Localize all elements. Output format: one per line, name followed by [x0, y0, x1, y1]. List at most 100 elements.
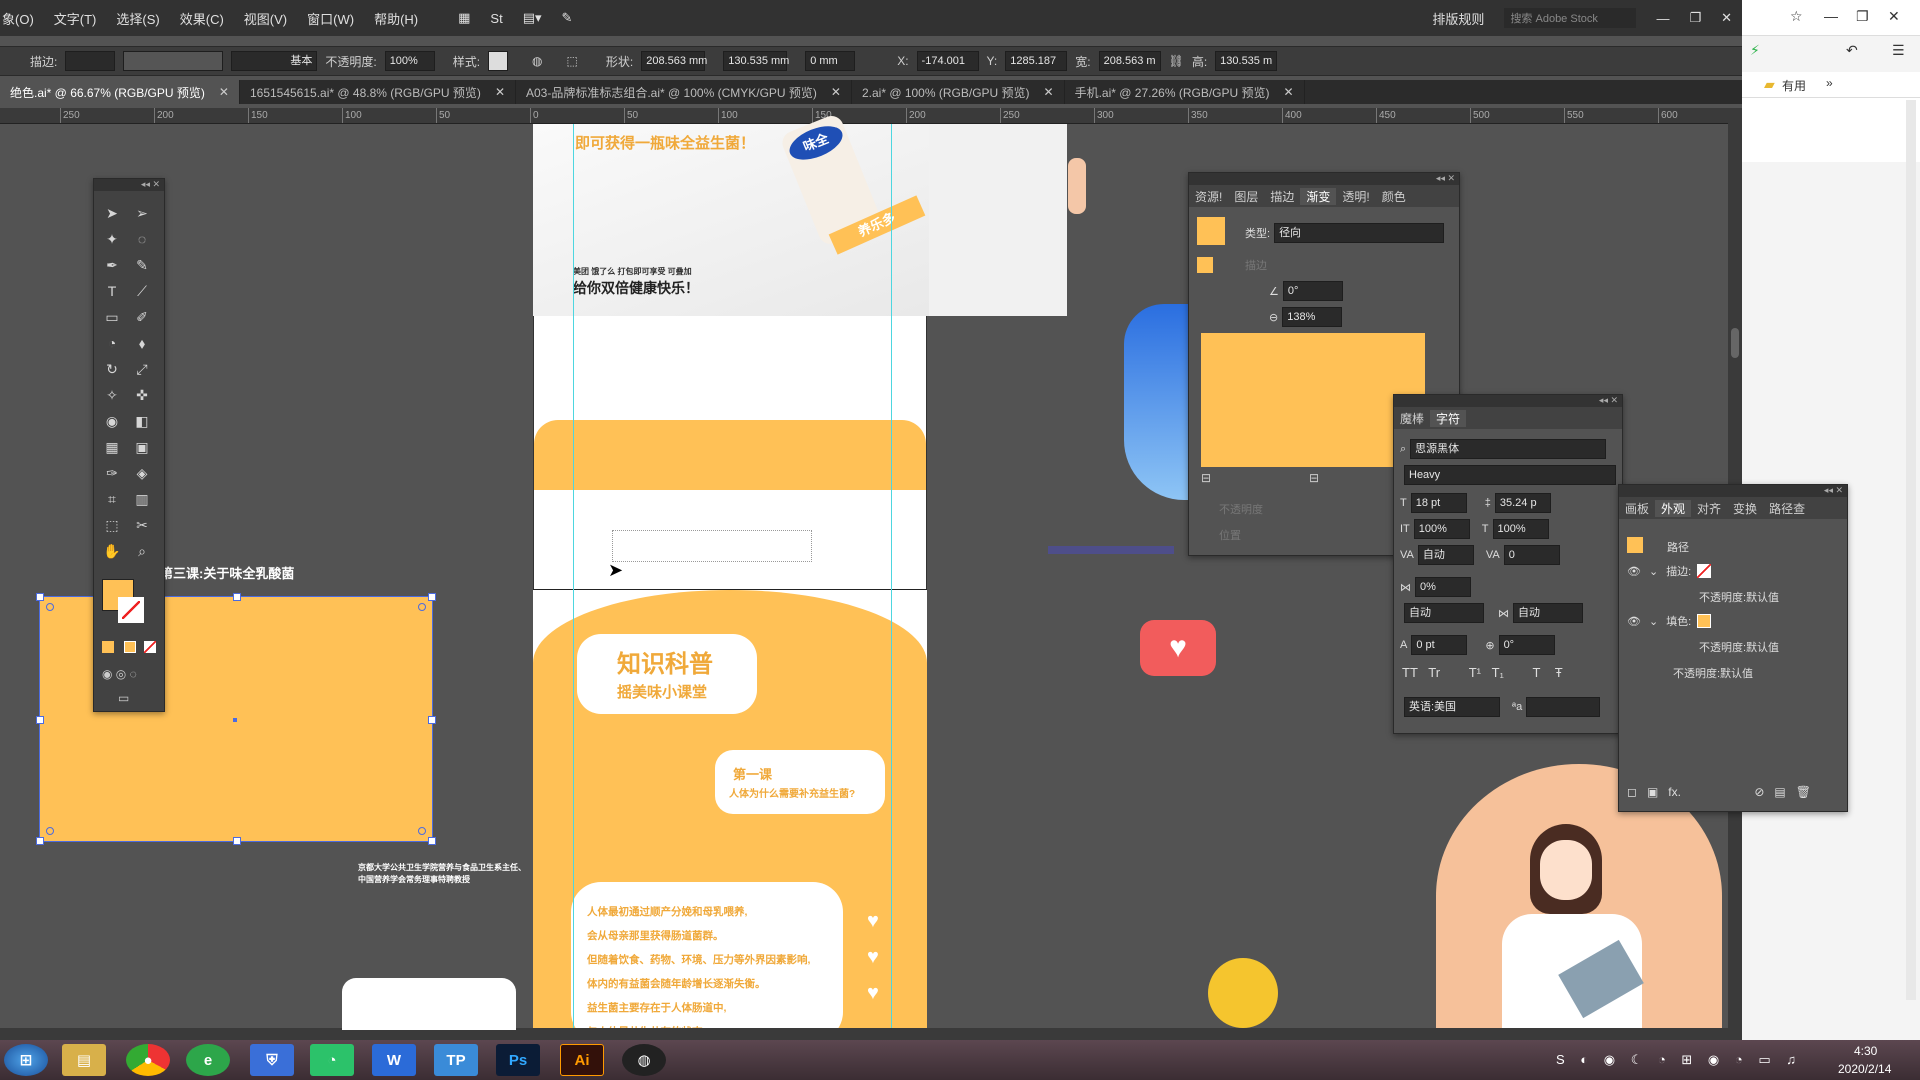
- lasso-tool-icon[interactable]: ◌: [132, 229, 152, 249]
- pen-tool-icon[interactable]: ✒: [102, 255, 122, 275]
- gpu-icon[interactable]: ✎: [562, 10, 573, 26]
- gradient-preview-swatch[interactable]: [1197, 217, 1225, 245]
- horizontal-ruler[interactable]: 250 200 150 100 50 0 50 100 150 200 250 300 350 400 45…: [0, 108, 1728, 124]
- tab-document-5[interactable]: 手机.ai* @ 27.26% (RGB/GPU 预览) ✕: [1065, 80, 1305, 104]
- fill-opacity-row[interactable]: 不透明度:默认值: [1699, 639, 1779, 655]
- paintbrush-tool-icon[interactable]: ✐: [132, 307, 152, 327]
- browser-icon[interactable]: e: [186, 1044, 230, 1076]
- eyedropper-tool-icon[interactable]: ✑: [102, 463, 122, 483]
- fill-stroke-mini-swatch[interactable]: [1197, 257, 1213, 273]
- y-field[interactable]: 1285.187: [1005, 51, 1068, 71]
- leading-field[interactable]: 35.24 p: [1494, 493, 1551, 513]
- stroke-row-label[interactable]: 描边:: [1666, 563, 1691, 579]
- bookmark-icon[interactable]: ☆: [1790, 8, 1803, 25]
- close-tab-icon[interactable]: ✕: [831, 85, 841, 99]
- fill-color-swatch[interactable]: [1697, 614, 1712, 628]
- tab-appearance[interactable]: 外观: [1655, 499, 1692, 517]
- h-scale-field[interactable]: 100%: [1492, 519, 1549, 539]
- eraser-tool-icon[interactable]: ⬧: [132, 333, 152, 353]
- minimize-icon[interactable]: —: [1824, 8, 1838, 24]
- stock-search-input[interactable]: 搜索 Adobe Stock: [1504, 8, 1637, 28]
- expand-chevron-icon[interactable]: ⌄: [1649, 565, 1658, 578]
- chrome-icon[interactable]: ●: [126, 1044, 170, 1076]
- expand-chevron-icon[interactable]: ⌄: [1649, 615, 1658, 628]
- visibility-eye-icon[interactable]: 👁: [1627, 565, 1641, 578]
- menu-type[interactable]: 文字(T): [54, 9, 97, 28]
- magic-wand-tool-icon[interactable]: ✦: [102, 229, 122, 249]
- curvature-tool-icon[interactable]: ✎: [132, 255, 152, 275]
- tab-layers[interactable]: 图层: [1228, 188, 1264, 205]
- char-rotate-field[interactable]: 0°: [1498, 635, 1555, 655]
- tab-artboards[interactable]: 画板: [1619, 500, 1655, 517]
- direct-selection-tool-icon[interactable]: ➢: [132, 203, 152, 223]
- file-explorer-icon[interactable]: ▤: [62, 1044, 106, 1076]
- draw-mode-icon[interactable]: ◉ ◎ ◌: [102, 667, 137, 681]
- zoom-tool-icon[interactable]: ⌕: [132, 541, 152, 561]
- artboard-top-image[interactable]: 即可获得一瓶味全益生菌！ 味全 养乐多 美团 饿了么 打包即可享受 可叠加 给你…: [533, 112, 1067, 316]
- security-icon[interactable]: ⛨: [250, 1044, 294, 1076]
- mesh-tool-icon[interactable]: ▦: [102, 437, 122, 457]
- clock-date[interactable]: 2020/2/14: [1838, 1062, 1891, 1076]
- arrange-documents-icon[interactable]: ▤▾: [523, 10, 542, 26]
- minimize-icon[interactable]: —: [1656, 11, 1669, 26]
- tsume-field[interactable]: 0%: [1415, 577, 1471, 597]
- font-size-field[interactable]: 18 pt: [1410, 493, 1467, 513]
- tab-transparency[interactable]: 透明!: [1336, 188, 1375, 205]
- corner-radius-field[interactable]: 0 mm: [805, 51, 856, 71]
- close-tab-icon[interactable]: ✕: [495, 85, 505, 99]
- shape-builder-tool-icon[interactable]: ◉: [102, 411, 122, 431]
- shaper-tool-icon[interactable]: ◔: [102, 333, 122, 353]
- shape-height-field[interactable]: 130.535 mm: [723, 51, 789, 71]
- tab-character[interactable]: 字符: [1430, 409, 1467, 427]
- tp-icon[interactable]: TP: [434, 1044, 478, 1076]
- aki-right-field[interactable]: 自动: [1513, 603, 1583, 623]
- photoshop-icon[interactable]: Ps: [496, 1044, 540, 1076]
- stroke-none-swatch[interactable]: [1697, 564, 1712, 578]
- tab-document-2[interactable]: 1651545615.ai* @ 48.8% (RGB/GPU 预览) ✕: [240, 80, 516, 104]
- h-field[interactable]: 130.535 m: [1215, 51, 1278, 71]
- undo-icon[interactable]: ↶: [1846, 42, 1858, 59]
- angle-field[interactable]: 0°: [1282, 281, 1343, 301]
- screen-mode-icon[interactable]: ▭: [118, 691, 129, 705]
- menu-object[interactable]: 象(O): [2, 9, 34, 28]
- system-tray-icons[interactable]: S ◐ ◉ ☾ ◔ ⊞ ◉ ◔ ▭ ♫: [1556, 1052, 1802, 1068]
- menu-select[interactable]: 选择(S): [116, 9, 159, 28]
- menu-icon[interactable]: ☰: [1892, 42, 1905, 59]
- tab-gradient[interactable]: 渐变: [1300, 187, 1337, 205]
- tracking-field[interactable]: 0: [1503, 545, 1560, 565]
- artboard-tool-icon[interactable]: ⬚: [102, 515, 122, 535]
- gradient-tool-icon[interactable]: ▣: [132, 437, 152, 457]
- kerning-field[interactable]: 自动: [1417, 545, 1474, 565]
- slice-tool-icon[interactable]: ✂: [132, 515, 152, 535]
- link-icon[interactable]: ⛓: [1169, 54, 1184, 68]
- word-icon[interactable]: W: [372, 1044, 416, 1076]
- variable-width-field[interactable]: [123, 51, 224, 71]
- selection-tool-icon[interactable]: ➤: [102, 203, 122, 223]
- stock-icon[interactable]: St: [490, 11, 502, 26]
- rotate-tool-icon[interactable]: ↻: [102, 359, 122, 379]
- close-tab-icon[interactable]: ✕: [219, 85, 229, 99]
- font-weight-field[interactable]: Heavy: [1404, 465, 1616, 485]
- tab-document-1[interactable]: 绝色.ai* @ 66.67% (RGB/GPU 预览) ✕: [0, 80, 240, 104]
- stroke-style-field[interactable]: 基本: [231, 51, 318, 71]
- workspace-switcher[interactable]: 排版规则: [1432, 9, 1484, 28]
- bridge-icon[interactable]: ▦: [458, 10, 470, 26]
- language-dropdown[interactable]: 英语:美国: [1404, 697, 1500, 717]
- tab-document-4[interactable]: 2.ai* @ 100% (RGB/GPU 预览) ✕: [852, 80, 1065, 104]
- obs-icon[interactable]: ◍: [622, 1044, 666, 1076]
- type-dropdown[interactable]: 径向: [1274, 223, 1445, 243]
- dashed-placeholder[interactable]: [612, 530, 812, 562]
- rectangle-tool-icon[interactable]: ▭: [102, 307, 122, 327]
- symbol-sprayer-tool-icon[interactable]: ⌗: [102, 489, 122, 509]
- clock-time[interactable]: 4:30: [1854, 1044, 1877, 1058]
- tab-align[interactable]: 对齐: [1691, 500, 1727, 517]
- w-field[interactable]: 208.563 m: [1098, 51, 1161, 71]
- aki-left-field[interactable]: 自动: [1404, 603, 1484, 623]
- tab-assets[interactable]: 资源!: [1189, 188, 1228, 205]
- restore-icon[interactable]: ❐: [1856, 8, 1869, 25]
- wechat-icon[interactable]: ◔: [310, 1044, 354, 1076]
- text-style-buttons[interactable]: TT Tr T¹ T₁ T Ŧ: [1402, 665, 1563, 680]
- close-tab-icon[interactable]: ✕: [1284, 85, 1294, 99]
- line-tool-icon[interactable]: ⟋: [132, 281, 152, 301]
- fill-row-label[interactable]: 填色:: [1666, 613, 1691, 629]
